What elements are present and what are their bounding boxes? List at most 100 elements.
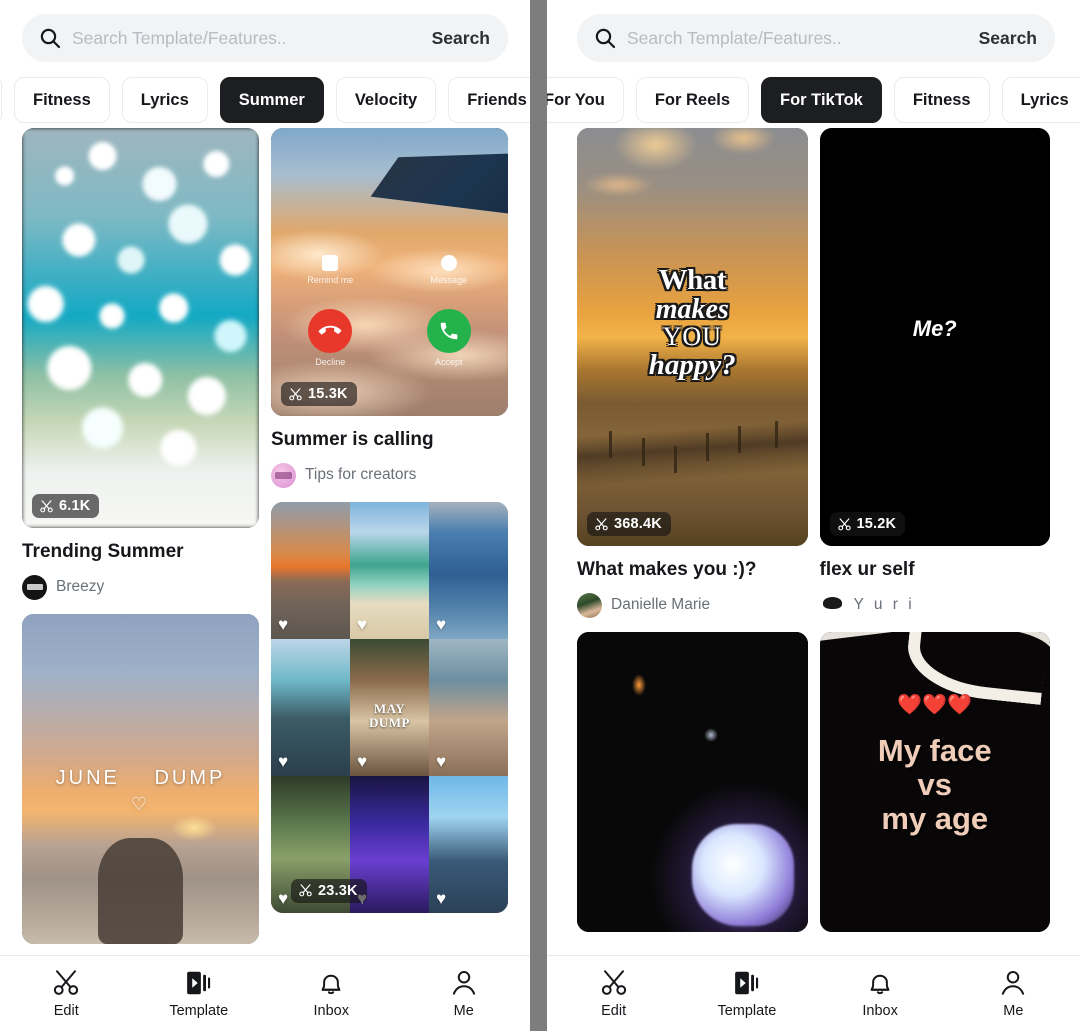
avatar: [819, 592, 845, 618]
template-thumbnail[interactable]: Remind me Message Decline Accept 15.3K: [271, 128, 508, 416]
accept-icon: [426, 309, 471, 354]
artwork-dark-phone-in-hand: [577, 631, 808, 932]
card-author[interactable]: Tips for creators: [271, 462, 508, 488]
template-feed[interactable]: What makes YOU happy? 368.4K What makes …: [547, 128, 1080, 955]
panel-divider: [530, 0, 547, 1031]
chip-friends[interactable]: Friends: [448, 77, 530, 123]
template-thumbnail[interactable]: What makes YOU happy? 368.4K: [577, 128, 808, 546]
template-card[interactable]: ❤️❤️❤️ My face vs my age: [819, 631, 1050, 932]
template-card[interactable]: 6.1K Trending Summer Breezy: [22, 128, 259, 600]
light-glow: [703, 727, 718, 742]
bell-icon: [870, 974, 890, 995]
message-label: Message: [430, 274, 468, 285]
nav-item-inbox[interactable]: Inbox: [814, 968, 947, 1019]
bottom-navigation[interactable]: Edit Template Inbox Me: [547, 955, 1080, 1031]
avatar: [577, 592, 602, 618]
collage-caption: MAY DUMP: [350, 702, 429, 729]
usage-count: 368.4K: [614, 516, 662, 532]
usage-count: 23.3K: [318, 882, 358, 899]
chip-for-you[interactable]: For You: [547, 77, 624, 123]
template-card[interactable]: [577, 631, 808, 932]
template-card[interactable]: JUNE DUMP ♡: [22, 613, 259, 944]
avatar: [22, 574, 47, 600]
nav-item-template[interactable]: Template: [680, 968, 813, 1019]
template-feed[interactable]: 6.1K Trending Summer Breezy JUNE DUMP ♡ …: [0, 128, 530, 955]
scissors-icon: [595, 517, 608, 530]
heart-icon: ♥: [436, 614, 447, 634]
author-name: Breezy: [56, 578, 105, 596]
card-author[interactable]: Danielle Marie: [577, 592, 808, 618]
template-thumbnail[interactable]: 6.1K: [22, 128, 259, 528]
card-author[interactable]: Y u r i: [819, 592, 1051, 618]
person-icon: [452, 971, 475, 995]
nav-label: Inbox: [862, 1003, 898, 1019]
search-input[interactable]: [627, 27, 973, 49]
chip-summer[interactable]: Summer: [219, 77, 324, 123]
scissors-icon: [837, 517, 851, 530]
nav-item-edit[interactable]: Edit: [0, 968, 133, 1019]
template-play-icon: [186, 971, 210, 995]
usage-badge: 23.3K: [291, 878, 367, 903]
template-card[interactable]: Me? 15.2K flex ur self Y u r i: [819, 128, 1051, 618]
scissors-icon: [40, 499, 53, 512]
overlay-word-4: happy?: [648, 348, 736, 381]
chip-fitness[interactable]: Fitness: [14, 77, 110, 123]
template-thumbnail[interactable]: JUNE DUMP ♡: [22, 613, 259, 944]
author-name: Danielle Marie: [611, 596, 711, 614]
search-button[interactable]: Search: [426, 28, 490, 49]
template-card[interactable]: Remind me Message Decline Accept 15.3K S…: [271, 128, 508, 488]
decline-label: Decline: [315, 357, 346, 368]
nav-label: Edit: [601, 1003, 627, 1019]
feed-column-1: What makes YOU happy? 368.4K What makes …: [577, 128, 808, 955]
chip-velocity[interactable]: Velocity: [335, 77, 437, 123]
nav-item-edit[interactable]: Edit: [547, 968, 680, 1019]
chip-partial-left[interactable]: [0, 77, 2, 123]
search-bar[interactable]: Search: [22, 14, 508, 62]
template-thumbnail[interactable]: ♥ ♥ ♥ ♥ MAY DUMP ♥ ♥ ♥ ♥ 23.3K: [271, 501, 508, 913]
accept-label: Accept: [434, 357, 463, 368]
template-card[interactable]: What makes YOU happy? 368.4K What makes …: [577, 128, 808, 618]
overlay-caption: JUNE DUMP ♡: [22, 766, 259, 816]
chip-fitness[interactable]: Fitness: [893, 77, 990, 123]
heart-icon: ♥: [436, 751, 447, 771]
nav-item-template[interactable]: Template: [133, 968, 266, 1019]
sun-glow: [171, 815, 218, 842]
nav-item-inbox[interactable]: Inbox: [265, 968, 398, 1019]
card-title: What makes you :)?: [577, 559, 757, 580]
heart-icon: ♥: [278, 614, 289, 634]
search-input[interactable]: [72, 27, 426, 49]
card-title: flex ur self: [819, 559, 915, 580]
nav-item-me[interactable]: Me: [947, 968, 1080, 1019]
template-thumbnail[interactable]: Me? 15.2K: [819, 128, 1050, 546]
nav-label: Me: [453, 1003, 474, 1019]
usage-badge: 15.3K: [281, 382, 357, 406]
nav-label: Me: [1003, 1003, 1024, 1019]
chip-for-tiktok[interactable]: For TikTok: [761, 77, 882, 123]
category-chip-row[interactable]: Fitness Lyrics Summer Velocity Friends: [0, 76, 530, 124]
nav-item-me[interactable]: Me: [398, 968, 531, 1019]
overlay-word-2: makes: [655, 293, 729, 325]
card-author[interactable]: Breezy: [22, 574, 259, 600]
chip-lyrics[interactable]: Lyrics: [121, 77, 208, 123]
scissors-icon: [299, 884, 312, 897]
template-card[interactable]: ♥ ♥ ♥ ♥ MAY DUMP ♥ ♥ ♥ ♥ 23.3K: [271, 501, 508, 913]
chip-lyrics[interactable]: Lyrics: [1001, 77, 1080, 123]
bell-icon: [321, 974, 341, 995]
search-bar[interactable]: Search: [577, 14, 1055, 62]
call-primary-row: Decline Accept: [271, 309, 508, 367]
template-thumbnail[interactable]: [577, 631, 808, 932]
bottom-navigation[interactable]: Edit Template Inbox Me: [0, 955, 530, 1031]
heart-icon: ♥: [278, 888, 289, 908]
chip-for-reels[interactable]: For Reels: [635, 77, 750, 123]
category-chip-row[interactable]: For You For Reels For TikTok Fitness Lyr…: [547, 76, 1080, 124]
template-thumbnail[interactable]: ❤️❤️❤️ My face vs my age: [819, 631, 1050, 932]
usage-badge: 15.2K: [829, 512, 906, 536]
scissors-icon: [601, 970, 626, 995]
usage-count: 6.1K: [59, 498, 91, 514]
search-button[interactable]: Search: [973, 28, 1037, 49]
overlay-line-3: my age: [881, 801, 989, 837]
overlay-line-1: JUNE: [55, 766, 120, 789]
remind-me-action: Remind me: [271, 254, 390, 285]
collage-cell: ♥: [271, 501, 350, 639]
scissors-icon: [289, 387, 302, 400]
